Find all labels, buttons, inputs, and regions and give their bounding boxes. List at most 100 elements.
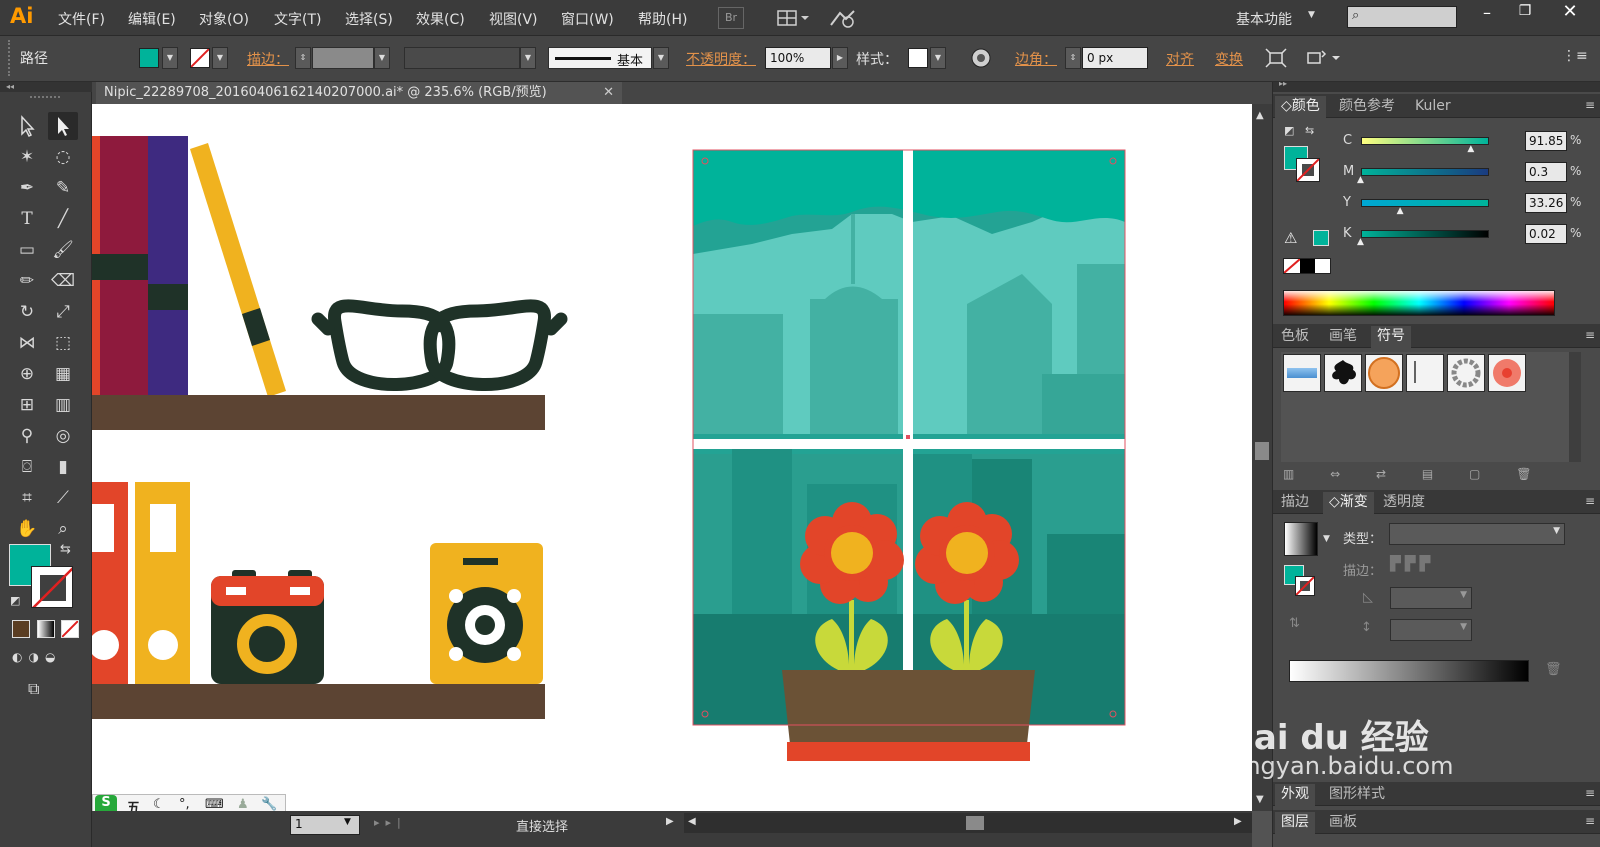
symbol-sprayer-tool-icon[interactable]: ⌼ — [12, 453, 42, 481]
close-tab-icon[interactable]: ✕ — [603, 84, 614, 102]
gradient-stroke-swatch[interactable] — [1295, 576, 1315, 596]
line-tool-icon[interactable]: ╱ — [48, 205, 78, 233]
shape-builder-tool-icon[interactable]: ⊕ — [12, 360, 42, 388]
color-mode-button[interactable] — [12, 620, 30, 638]
symbol-wreath[interactable] — [1447, 354, 1485, 392]
color-spectrum[interactable] — [1283, 290, 1555, 316]
menu-item-3[interactable]: 文字(T) — [274, 9, 321, 29]
appearance-panel-menu-icon[interactable]: ≡ — [1585, 786, 1595, 800]
symbols-panel-footer-buttons[interactable]: ▥ ⇔ ⇄ ▤ ▢ 🗑 — [1283, 467, 1583, 483]
scale-tool-icon[interactable]: ⤢ — [48, 298, 78, 326]
out-of-gamut-warning-icon[interactable]: ⚠ — [1284, 229, 1297, 247]
gradient-type-select[interactable]: ▼ — [1389, 523, 1565, 545]
cmyk-slider-thumb-c[interactable]: ▲ — [1467, 144, 1474, 154]
isolate-object-icon[interactable] — [1265, 48, 1287, 68]
color-panel-stroke-swatch[interactable] — [1296, 158, 1320, 182]
symbols-scrollbar[interactable] — [1569, 352, 1581, 462]
tab-swatches[interactable]: 色板 — [1275, 326, 1315, 348]
layers-panel-menu-icon[interactable]: ≡ — [1585, 814, 1595, 828]
brush-definition[interactable]: 基本 — [548, 47, 652, 69]
menu-item-8[interactable]: 帮助(H) — [638, 9, 687, 29]
lasso-tool-icon[interactable]: ◌ — [48, 143, 78, 171]
opacity-dropdown[interactable]: ▶ — [832, 47, 848, 69]
opacity-label[interactable]: 不透明度： — [686, 49, 756, 69]
quick-color-swatches[interactable] — [1283, 258, 1331, 274]
cmyk-slider-y[interactable] — [1361, 199, 1489, 207]
gradient-slider[interactable] — [1289, 660, 1529, 682]
tab-color[interactable]: ◇颜色 — [1275, 96, 1326, 118]
status-menu-arrow[interactable]: ▶ — [666, 816, 674, 827]
default-fill-stroke-icon[interactable]: ◩ — [10, 594, 20, 607]
vertical-scrollbar[interactable]: ▲ ▼ — [1252, 104, 1272, 811]
screen-mode-icon[interactable]: ⧉ — [28, 679, 58, 701]
stroke-dropdown[interactable]: ▼ — [212, 47, 228, 69]
chevron-down-icon[interactable]: ▼ — [1308, 10, 1315, 20]
tab-transparency[interactable]: 透明度 — [1377, 492, 1431, 514]
gradient-stroke-options[interactable]: ▛▛▛ — [1390, 556, 1474, 578]
transform-button[interactable]: 变换 — [1215, 49, 1243, 69]
symbol-orange-button[interactable] — [1365, 354, 1403, 392]
stroke-color-box[interactable] — [31, 566, 73, 608]
tab-layers[interactable]: 图层 — [1275, 812, 1315, 834]
artboard-tool-icon[interactable]: ⌗ — [12, 484, 42, 512]
curvature-tool-icon[interactable]: ✎ — [48, 174, 78, 202]
document-tab[interactable]: Nipic_22289708_20160406162140207000.ai* … — [96, 82, 622, 104]
tools-panel-collapse[interactable]: ◂◂ — [0, 82, 92, 92]
rectangle-tool-icon[interactable]: ▭ — [12, 236, 42, 264]
magic-wand-tool-icon[interactable]: ✶ — [12, 143, 42, 171]
brush-dropdown[interactable]: ▼ — [653, 47, 669, 69]
symbol-blue-banner[interactable] — [1283, 354, 1321, 392]
tab-gradient[interactable]: ◇渐变 — [1323, 492, 1374, 514]
gpu-performance-icon[interactable] — [828, 7, 858, 29]
ime-keyboard-icon[interactable]: ⌨ — [205, 797, 224, 811]
rotate-tool-icon[interactable]: ↻ — [12, 298, 42, 326]
transform-options-icon[interactable] — [1304, 48, 1344, 68]
menu-item-2[interactable]: 对象(O) — [199, 9, 249, 29]
variable-width-profile[interactable] — [404, 47, 520, 69]
cmyk-value-c[interactable]: 91.85 — [1525, 131, 1567, 151]
gradient-thumbnail-dropdown[interactable]: ▼ — [1323, 534, 1330, 544]
arrange-documents-icon[interactable] — [776, 8, 812, 28]
menu-item-6[interactable]: 视图(V) — [489, 9, 538, 29]
gradient-angle-select[interactable]: ▼ — [1390, 587, 1472, 609]
stroke-weight-dropdown[interactable]: ▼ — [374, 47, 390, 69]
artboard-nav-arrows[interactable]: ▸▸| — [374, 816, 407, 829]
close-window-button[interactable]: ✕ — [1558, 1, 1582, 23]
pencil-tool-icon[interactable]: ✏ — [12, 267, 42, 295]
gradient-aspect-select[interactable]: ▼ — [1390, 619, 1472, 641]
restore-button[interactable]: ❐ — [1513, 3, 1537, 23]
cmyk-value-y[interactable]: 33.26 — [1525, 193, 1567, 213]
cmyk-slider-k[interactable] — [1361, 230, 1489, 238]
cmyk-slider-m[interactable] — [1361, 168, 1489, 176]
mesh-tool-icon[interactable]: ⊞ — [12, 391, 42, 419]
ime-punctuation-icon[interactable]: °, — [179, 797, 190, 811]
workspace-switcher[interactable]: 基本功能 — [1236, 9, 1292, 29]
pen-tool-icon[interactable]: ✒ — [12, 174, 42, 202]
fill-dropdown[interactable]: ▼ — [162, 47, 178, 69]
tab-appearance[interactable]: 外观 — [1275, 784, 1315, 806]
delete-stop-icon[interactable]: 🗑 — [1545, 662, 1562, 677]
color-panel-menu-icon[interactable]: ≡ — [1585, 98, 1595, 112]
tab-stroke[interactable]: 描边 — [1275, 492, 1315, 514]
direct-selection-tool-icon[interactable] — [48, 112, 78, 140]
tab-color-guide[interactable]: 颜色参考 — [1333, 96, 1401, 118]
artboard-canvas[interactable]: S 五 ☾ °, ⌨ ♟ 🔧 — [92, 104, 1252, 811]
zoom-tool-icon[interactable]: ⌕ — [48, 515, 78, 543]
gradient-tool-icon[interactable]: ▥ — [48, 391, 78, 419]
search-input[interactable]: ⌕ — [1347, 6, 1457, 28]
ime-moon-icon[interactable]: ☾ — [153, 797, 165, 811]
ime-tools-icon[interactable]: 🔧 — [261, 797, 277, 811]
cmyk-value-m[interactable]: 0.3 — [1525, 162, 1567, 182]
type-tool-icon[interactable]: T — [12, 205, 42, 233]
cmyk-slider-thumb-y[interactable]: ▲ — [1397, 206, 1404, 216]
slice-tool-icon[interactable]: ⟋ — [48, 484, 78, 512]
tab-symbols[interactable]: 符号 — [1371, 326, 1411, 348]
none-mode-button[interactable] — [61, 620, 79, 638]
menu-item-7[interactable]: 窗口(W) — [561, 9, 614, 29]
ime-toolbar[interactable]: S 五 ☾ °, ⌨ ♟ 🔧 — [92, 794, 286, 811]
stroke-weight-field[interactable] — [312, 47, 374, 69]
ime-logo[interactable]: S — [95, 795, 117, 811]
opacity-field[interactable]: 100% — [765, 47, 831, 69]
selection-tool-icon[interactable] — [12, 112, 42, 140]
tab-artboards[interactable]: 画板 — [1323, 812, 1363, 834]
